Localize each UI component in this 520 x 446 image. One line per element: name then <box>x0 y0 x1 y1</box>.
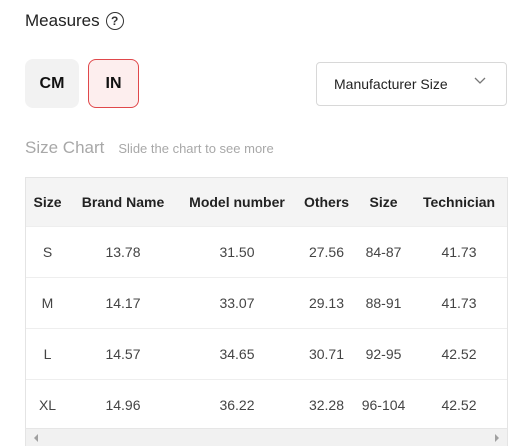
scroll-right-arrow-icon[interactable] <box>495 434 499 442</box>
scroll-left-arrow-icon[interactable] <box>34 434 38 442</box>
table-cell: 41.73 <box>411 226 507 278</box>
column-header: Others <box>297 178 356 227</box>
table-cell: XL <box>26 379 69 430</box>
question-circle-icon[interactable]: ? <box>105 12 124 30</box>
size-chart-heading: Size Chart Slide the chart to see more <box>25 138 274 158</box>
column-header: Size <box>26 178 69 227</box>
chevron-down-icon <box>474 77 486 84</box>
table-cell: 31.50 <box>177 226 297 278</box>
table-cell: L <box>26 328 69 380</box>
table-cell: 33.07 <box>177 277 297 329</box>
size-chart-table-container[interactable]: Size Brand Name Model number Others Size… <box>25 177 508 446</box>
size-type-value: Manufacturer Size <box>334 76 448 92</box>
table-cell: 96-104 <box>356 379 411 430</box>
column-header: Technician <box>411 178 507 227</box>
table-cell: 32.28 <box>297 379 356 430</box>
table-header-row: Size Brand Name Model number Others Size… <box>26 178 507 227</box>
table-cell: 42.52 <box>411 328 507 380</box>
table-cell: 34.65 <box>177 328 297 380</box>
table-cell: 27.56 <box>297 226 356 278</box>
table-cell: 42.52 <box>411 379 507 430</box>
table-row: L 14.57 34.65 30.71 92-95 42.52 <box>26 328 507 380</box>
table-cell: 14.96 <box>69 379 177 430</box>
column-header: Brand Name <box>69 178 177 227</box>
unit-cm-button[interactable]: CM <box>25 59 79 108</box>
horizontal-scrollbar[interactable] <box>26 428 507 446</box>
table-cell: 36.22 <box>177 379 297 430</box>
table-cell: 41.73 <box>411 277 507 329</box>
size-chart-title: Size Chart <box>25 138 105 157</box>
measures-header: Measures ? <box>25 8 124 34</box>
size-chart-table: Size Brand Name Model number Others Size… <box>26 178 507 430</box>
table-cell: 88-91 <box>356 277 411 329</box>
table-cell: 14.17 <box>69 277 177 329</box>
table-cell: M <box>26 277 69 329</box>
measures-title: Measures <box>25 11 100 30</box>
table-cell: 30.71 <box>297 328 356 380</box>
table-cell: 13.78 <box>69 226 177 278</box>
column-header: Model number <box>177 178 297 227</box>
table-cell: 92-95 <box>356 328 411 380</box>
table-row: S 13.78 31.50 27.56 84-87 41.73 <box>26 226 507 278</box>
table-cell: 14.57 <box>69 328 177 380</box>
table-cell: S <box>26 226 69 278</box>
size-type-dropdown[interactable]: Manufacturer Size <box>316 62 507 106</box>
column-header: Size <box>356 178 411 227</box>
table-cell: 84-87 <box>356 226 411 278</box>
table-row: M 14.17 33.07 29.13 88-91 41.73 <box>26 277 507 329</box>
size-chart-hint: Slide the chart to see more <box>118 141 274 156</box>
table-cell: 29.13 <box>297 277 356 329</box>
unit-in-button[interactable]: IN <box>88 59 139 108</box>
table-row: XL 14.96 36.22 32.28 96-104 42.52 <box>26 379 507 430</box>
